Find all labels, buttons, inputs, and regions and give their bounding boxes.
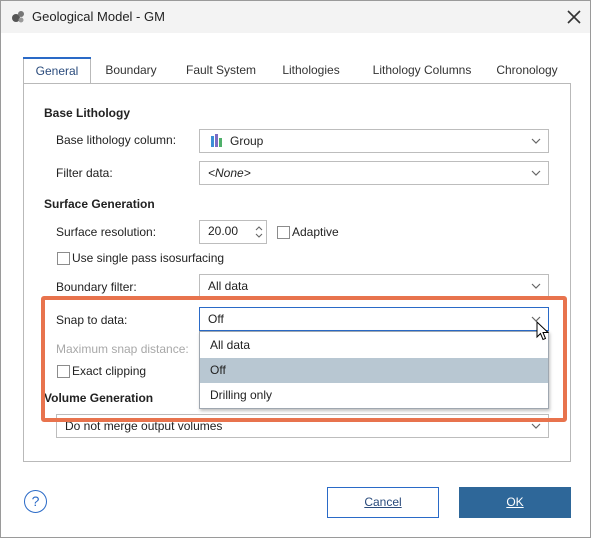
chevron-down-icon xyxy=(531,138,541,144)
adaptive-checkbox[interactable] xyxy=(277,226,290,239)
surface-generation-title: Surface Generation xyxy=(44,197,155,211)
boundary-filter-select[interactable]: All data xyxy=(199,274,549,298)
tab-general[interactable]: General xyxy=(23,57,91,84)
dialog-window: Geological Model - GM General Boundary F… xyxy=(0,0,591,538)
boundary-filter-label: Boundary filter: xyxy=(56,280,137,294)
filter-data-select[interactable]: <None> xyxy=(199,161,549,185)
single-pass-label: Use single pass isosurfacing xyxy=(72,251,225,265)
tab-chronology[interactable]: Chronology xyxy=(489,57,565,84)
adaptive-label: Adaptive xyxy=(292,225,339,239)
tab-lithology-columns[interactable]: Lithology Columns xyxy=(361,57,483,84)
boundary-filter-value: All data xyxy=(208,279,249,293)
chevron-down-icon xyxy=(531,170,541,176)
close-icon xyxy=(567,10,581,24)
chevron-down-icon xyxy=(531,283,541,289)
base-lithology-column-label: Base lithology column: xyxy=(56,133,177,147)
single-pass-checkbox[interactable] xyxy=(57,252,70,265)
mouse-pointer-icon xyxy=(536,321,550,341)
tab-boundary[interactable]: Boundary xyxy=(93,57,169,84)
filter-data-value: <None> xyxy=(208,166,251,180)
highlight-annotation-box xyxy=(41,296,567,422)
ok-button-label: OK xyxy=(506,495,524,509)
spin-arrows-icon[interactable] xyxy=(254,223,264,241)
close-button[interactable] xyxy=(562,5,586,29)
lithology-group-icon xyxy=(211,134,222,147)
help-button[interactable]: ? xyxy=(24,490,47,513)
tab-fault-system[interactable]: Fault System xyxy=(175,57,267,84)
geological-model-icon xyxy=(12,11,24,23)
base-lithology-title: Base Lithology xyxy=(44,106,131,120)
title-bar: Geological Model - GM xyxy=(1,1,590,33)
cancel-button-label: Cancel xyxy=(364,495,402,509)
surface-resolution-value: 20.00 xyxy=(208,224,239,238)
tab-bar: General Boundary Fault System Lithologie… xyxy=(23,57,572,84)
window-title: Geological Model - GM xyxy=(32,9,165,24)
surface-resolution-label: Surface resolution: xyxy=(56,225,157,239)
filter-data-label: Filter data: xyxy=(56,166,113,180)
base-lithology-column-value: Group xyxy=(230,134,264,148)
base-lithology-column-select[interactable]: Group xyxy=(199,129,549,153)
ok-button[interactable]: OK xyxy=(459,487,571,518)
tab-lithologies[interactable]: Lithologies xyxy=(273,57,349,84)
help-icon: ? xyxy=(31,493,40,509)
cancel-button[interactable]: Cancel xyxy=(327,487,439,518)
surface-resolution-spinbox[interactable]: 20.00 xyxy=(199,220,267,244)
